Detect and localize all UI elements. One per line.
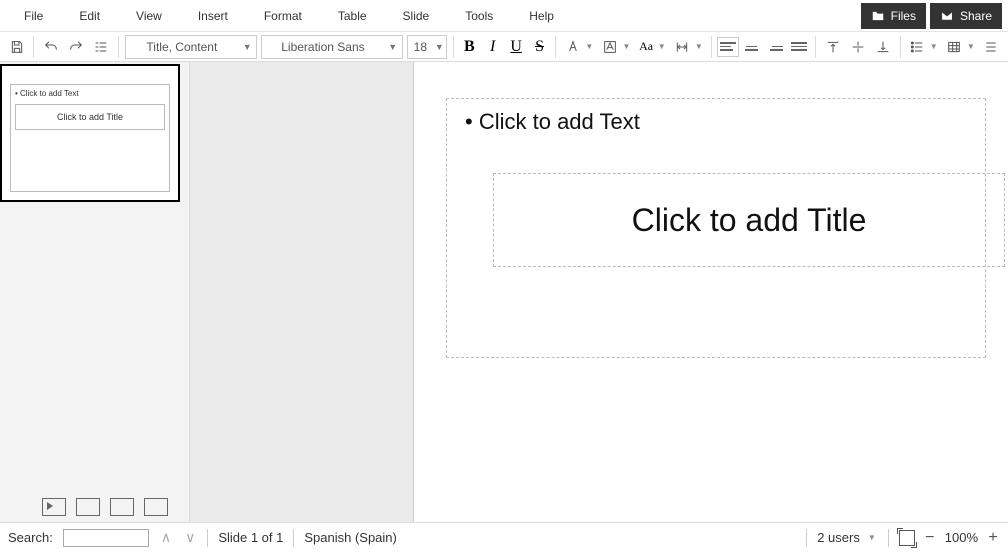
thumb-text-placeholder: Click to add Text [15, 89, 165, 98]
search-prev-button[interactable]: ∧ [159, 529, 173, 546]
menu-slide[interactable]: Slide [385, 5, 448, 27]
search-label: Search: [8, 530, 53, 545]
font-size-label: 18 [408, 40, 433, 54]
slide-counter: Slide 1 of 1 [218, 530, 283, 545]
status-bar: Search: ∧ ∨ Slide 1 of 1 Spanish (Spain)… [0, 522, 1008, 552]
workspace: Click to add Text Click to add Title Cli… [0, 62, 1008, 522]
highlight-icon [602, 39, 618, 55]
valign-bot-icon [875, 39, 891, 55]
more-button[interactable] [981, 35, 1002, 59]
chevron-down-icon[interactable]: ▼ [967, 42, 975, 51]
slide-canvas[interactable]: Click to add Text Click to add Title [414, 62, 1008, 522]
menu-format[interactable]: Format [246, 5, 320, 27]
menu-file[interactable]: File [6, 5, 61, 27]
layout-select[interactable]: Title, Content ▼ [125, 35, 258, 59]
align-right-button[interactable] [765, 38, 785, 56]
chevron-down-icon[interactable]: ▼ [658, 42, 666, 51]
search-next-button[interactable]: ∨ [183, 529, 197, 546]
chevron-down-icon[interactable]: ▼ [930, 42, 938, 51]
share-button[interactable]: Share [930, 3, 1002, 29]
layout-select-label: Title, Content [126, 40, 239, 54]
align-left-button[interactable] [718, 38, 738, 56]
language-indicator[interactable]: Spanish (Spain) [304, 530, 397, 545]
menu-view[interactable]: View [118, 5, 180, 27]
redo-icon [68, 39, 84, 55]
normal-view-button[interactable] [42, 498, 66, 516]
font-color-icon [565, 39, 581, 55]
folder-icon [871, 9, 885, 23]
presentation-view-button[interactable] [144, 498, 168, 516]
case-button[interactable]: Aa [636, 36, 655, 58]
share-label: Share [960, 9, 992, 23]
search-input[interactable] [63, 529, 149, 547]
zoom-controls: − 100% + [899, 529, 1000, 547]
chevron-down-icon[interactable]: ▼ [622, 42, 630, 51]
italic-button[interactable]: I [483, 36, 502, 58]
char-spacing-button[interactable] [672, 35, 693, 59]
valign-top-button[interactable] [822, 35, 843, 59]
font-select-label: Liberation Sans [262, 40, 383, 54]
bullets-button[interactable] [907, 35, 928, 59]
files-label: Files [891, 9, 916, 23]
files-button[interactable]: Files [861, 3, 926, 29]
valign-top-icon [825, 39, 841, 55]
font-size-select[interactable]: 18 ▼ [407, 35, 447, 59]
zoom-in-button[interactable]: + [986, 529, 1000, 547]
menu-insert[interactable]: Insert [180, 5, 246, 27]
valign-mid-button[interactable] [847, 35, 868, 59]
char-spacing-icon [674, 39, 690, 55]
menu-bar: File Edit View Insert Format Table Slide… [0, 0, 1008, 32]
valign-mid-icon [850, 39, 866, 55]
insert-table-button[interactable] [944, 35, 965, 59]
title-placeholder[interactable]: Click to add Title [493, 173, 1005, 267]
align-center-button[interactable] [742, 38, 762, 56]
menu-edit[interactable]: Edit [61, 5, 118, 27]
table-icon [946, 39, 962, 55]
fit-slide-button[interactable] [899, 530, 915, 546]
sorter-view-button[interactable] [110, 498, 134, 516]
menu-tools[interactable]: Tools [447, 5, 511, 27]
bullets-icon [909, 39, 925, 55]
outline-button[interactable] [90, 35, 111, 59]
menu-help[interactable]: Help [511, 5, 572, 27]
zoom-level[interactable]: 100% [945, 530, 978, 545]
slide-thumbnail-1[interactable]: Click to add Text Click to add Title [0, 64, 180, 202]
outline-view-button[interactable] [76, 498, 100, 516]
thumb-title-placeholder: Click to add Title [15, 104, 165, 130]
align-justify-button[interactable] [789, 38, 809, 56]
title-placeholder-text: Click to add Title [632, 202, 867, 239]
underline-button[interactable]: U [506, 36, 525, 58]
chevron-down-icon[interactable]: ▼ [868, 533, 876, 542]
users-indicator[interactable]: 2 users [817, 530, 860, 545]
highlight-button[interactable] [599, 35, 620, 59]
content-placeholder[interactable]: Click to add Text Click to add Title [446, 98, 986, 358]
toolbar: Title, Content ▼ Liberation Sans ▼ 18 ▼ … [0, 32, 1008, 62]
more-icon [983, 39, 999, 55]
outline-icon [93, 39, 109, 55]
slide-panel: Click to add Text Click to add Title [0, 62, 190, 522]
font-color-button[interactable] [562, 35, 583, 59]
view-mode-buttons [42, 498, 168, 516]
chevron-down-icon: ▼ [384, 42, 402, 52]
chevron-down-icon[interactable]: ▼ [695, 42, 703, 51]
bold-button[interactable]: B [460, 36, 479, 58]
content-placeholder-text: Click to add Text [465, 109, 967, 135]
font-select[interactable]: Liberation Sans ▼ [261, 35, 402, 59]
ruler-gutter [190, 62, 414, 522]
undo-icon [43, 39, 59, 55]
save-icon [9, 39, 25, 55]
save-button[interactable] [6, 35, 27, 59]
menu-table[interactable]: Table [320, 5, 385, 27]
chevron-down-icon: ▼ [238, 42, 256, 52]
zoom-out-button[interactable]: − [923, 529, 937, 547]
chevron-down-icon[interactable]: ▼ [585, 42, 593, 51]
thumb-content: Click to add Text Click to add Title [10, 84, 170, 192]
mail-icon [940, 9, 954, 23]
undo-button[interactable] [40, 35, 61, 59]
strike-button[interactable]: S [530, 36, 549, 58]
valign-bot-button[interactable] [873, 35, 894, 59]
chevron-down-icon: ▼ [433, 42, 446, 52]
redo-button[interactable] [65, 35, 86, 59]
